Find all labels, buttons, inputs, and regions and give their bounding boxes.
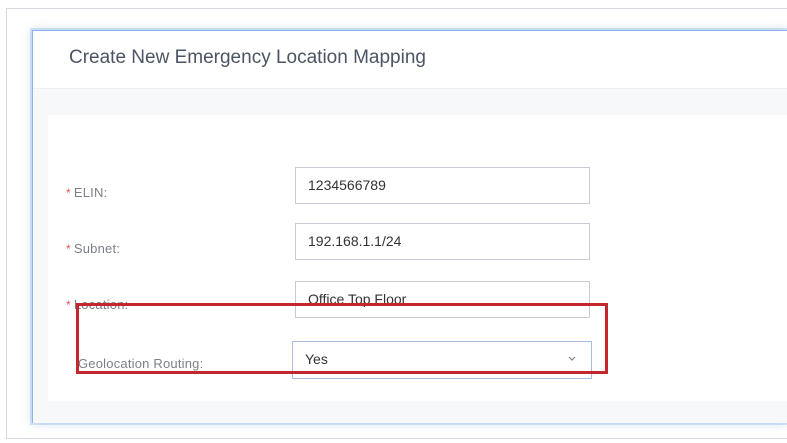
elin-value: 1234566789 (308, 177, 386, 193)
geolocation-routing-select[interactable]: Yes (292, 341, 592, 379)
subnet-label: Subnet: (73, 241, 121, 256)
geolocation-routing-label: Geolocation Routing: (78, 356, 204, 371)
create-emergency-location-mapping-dialog: Create New Emergency Location Mapping * E… (32, 30, 787, 423)
elin-label: ELIN: (73, 185, 108, 200)
form-panel: * ELIN: 1234566789 * Subnet: 192.168.1.1/2… (48, 115, 787, 401)
geolocation-routing-value: Yes (305, 351, 328, 367)
subnet-field[interactable]: 192.168.1.1/24 (295, 223, 590, 260)
chevron-down-icon (568, 356, 576, 361)
location-value: Office Top Floor (308, 291, 407, 307)
asterisk-icon: * (66, 186, 71, 200)
screenshot-canvas: { "dialog": { "title": "Create New Emerg… (0, 0, 787, 443)
elin-label-row: * ELIN: (66, 185, 107, 200)
location-field[interactable]: Office Top Floor (295, 281, 590, 318)
asterisk-icon: * (66, 242, 71, 256)
dialog-header: Create New Emergency Location Mapping (33, 31, 787, 89)
dialog-title: Create New Emergency Location Mapping (69, 47, 426, 68)
subnet-value: 192.168.1.1/24 (308, 233, 402, 249)
subnet-label-row: * Subnet: (66, 241, 120, 256)
location-label: Location: (73, 297, 129, 312)
location-label-row: * Location: (66, 297, 128, 312)
asterisk-icon: * (66, 298, 71, 312)
elin-field[interactable]: 1234566789 (295, 167, 590, 204)
dialog-body: * ELIN: 1234566789 * Subnet: 192.168.1.1/2… (33, 89, 787, 423)
